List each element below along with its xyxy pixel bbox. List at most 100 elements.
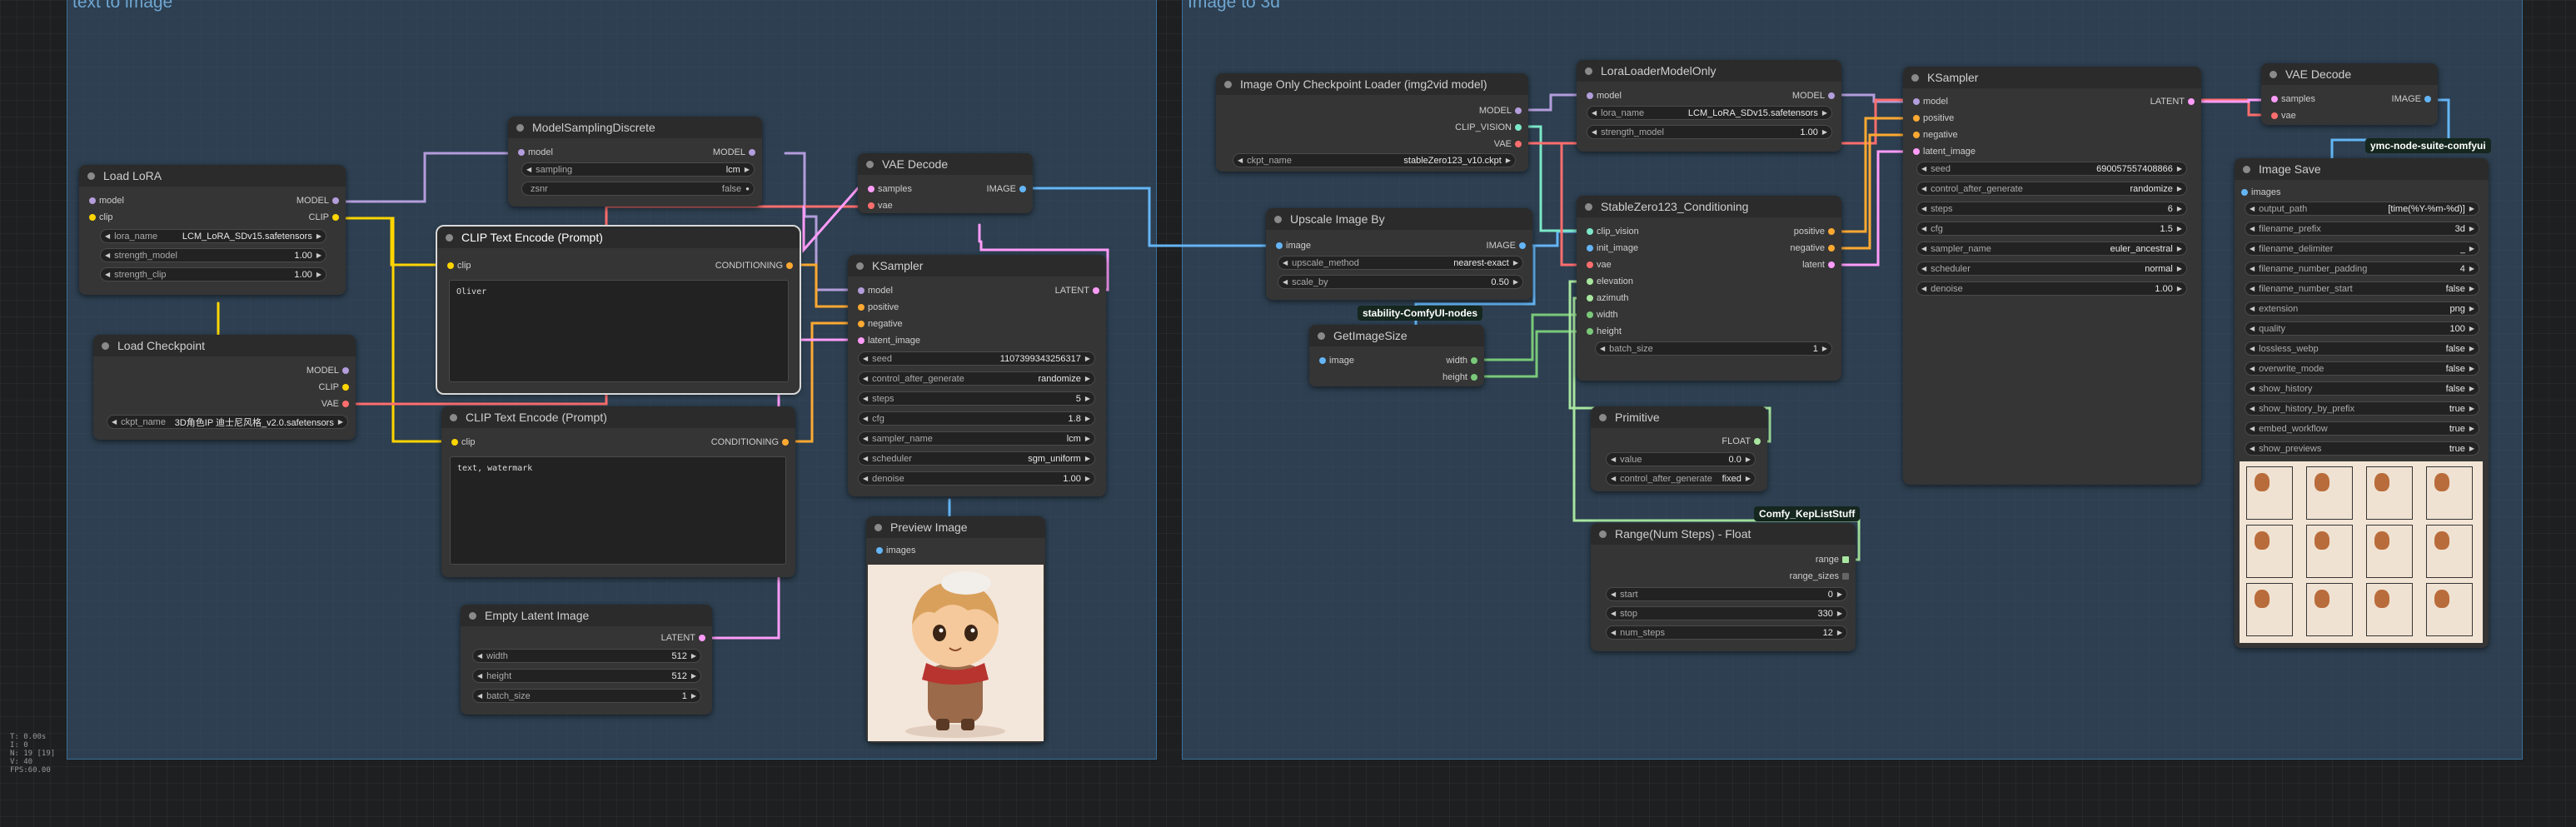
output-clip-vision[interactable]: CLIP_VISION: [1455, 122, 1522, 133]
input-width[interactable]: width: [1587, 309, 1618, 321]
widget-filename-number-start[interactable]: ◀ filename_number_start false ▶: [2245, 281, 2479, 296]
widget-ckpt-name[interactable]: ◀ ckpt_name stableZero123_v10.ckpt ▶: [1233, 153, 1516, 167]
collapse-dot[interactable]: [1911, 73, 1919, 82]
node-empty-latent-image[interactable]: Empty Latent Image LATENT ◀ width 512 ▶ ◀ he…: [461, 605, 712, 715]
input-image[interactable]: image: [1319, 355, 1354, 366]
output-latent[interactable]: LATENT: [661, 632, 705, 644]
node-range-num-steps-float[interactable]: Range(Num Steps) - Float range range_siz…: [1591, 523, 1856, 651]
widget-steps[interactable]: ◀ steps 6 ▶: [1916, 202, 2187, 216]
widget-embed-workflow[interactable]: ◀ embed_workflow true ▶: [2245, 421, 2479, 436]
widget-filename-delimiter[interactable]: ◀ filename_delimiter _ ▶: [2245, 242, 2479, 256]
widget-filename-number-padding[interactable]: ◀ filename_number_padding 4 ▶: [2245, 262, 2479, 276]
input-model[interactable]: model: [1587, 90, 1622, 102]
input-vae[interactable]: vae: [2271, 110, 2296, 122]
output-conditioning[interactable]: CONDITIONING: [715, 260, 793, 272]
node-load-checkpoint[interactable]: Load Checkpoint MODEL CLIP VAE ◀ ckpt_nam…: [93, 335, 356, 440]
node-clip-text-encode-negative[interactable]: CLIP Text Encode (Prompt) clip CONDITION…: [441, 406, 795, 577]
node-load-lora[interactable]: Load LoRA model clip MODEL CLIP ◀ lora_na…: [79, 165, 346, 295]
input-positive[interactable]: positive: [858, 301, 899, 313]
node-vae-decode-left[interactable]: VAE Decode samples vae IMAGE: [858, 153, 1033, 213]
output-image[interactable]: IMAGE: [2392, 93, 2431, 105]
input-clip[interactable]: clip: [451, 436, 476, 448]
output-conditioning[interactable]: CONDITIONING: [711, 436, 789, 448]
collapse-dot[interactable]: [2270, 70, 2277, 78]
collapse-dot[interactable]: [866, 160, 874, 168]
collapse-dot[interactable]: [450, 413, 457, 421]
saved-image-thumbnail[interactable]: [2366, 583, 2413, 636]
output-model[interactable]: MODEL: [296, 195, 339, 207]
input-init-image[interactable]: init_image: [1587, 242, 1638, 254]
node-image-save[interactable]: Image Save images ◀ output_path [time(%Y-%…: [2235, 158, 2489, 648]
output-range-sizes[interactable]: range_sizes: [1790, 570, 1849, 582]
output-width[interactable]: width: [1446, 355, 1477, 366]
widget-quality[interactable]: ◀ quality 100 ▶: [2245, 321, 2479, 336]
output-clip[interactable]: CLIP: [319, 381, 349, 393]
node-vae-decode-right[interactable]: VAE Decode samples vae IMAGE: [2261, 63, 2438, 125]
collapse-dot[interactable]: [102, 341, 109, 350]
output-model[interactable]: MODEL: [1792, 90, 1835, 102]
widget-batch-size[interactable]: ◀ batch_size 1 ▶: [472, 689, 701, 703]
widget-height[interactable]: ◀ height 512 ▶: [472, 669, 701, 683]
input-vae[interactable]: vae: [1587, 259, 1612, 271]
input-model[interactable]: model: [89, 195, 124, 207]
prompt-textarea[interactable]: Oliver: [449, 280, 789, 382]
input-model[interactable]: model: [1913, 96, 1948, 107]
input-azimuth[interactable]: azimuth: [1587, 292, 1629, 304]
input-model[interactable]: model: [858, 285, 893, 296]
widget-strength-model[interactable]: ◀ strength_model 1.00 ▶: [1587, 125, 1832, 139]
saved-images-grid[interactable]: [2240, 461, 2483, 643]
input-images[interactable]: images: [876, 545, 915, 556]
input-images[interactable]: images: [2241, 187, 2280, 198]
widget-show-previews[interactable]: ◀ show_previews true ▶: [2245, 441, 2479, 456]
input-clip-vision[interactable]: clip_vision: [1587, 226, 1639, 237]
widget-show-history[interactable]: ◀ show_history false ▶: [2245, 381, 2479, 396]
node-clip-text-encode-positive[interactable]: CLIP Text Encode (Prompt) clip CONDITION…: [436, 225, 801, 395]
collapse-dot[interactable]: [446, 233, 453, 242]
collapse-dot[interactable]: [874, 523, 882, 531]
input-height[interactable]: height: [1587, 326, 1622, 337]
output-model[interactable]: MODEL: [1479, 105, 1522, 117]
widget-scheduler[interactable]: ◀ scheduler normal ▶: [1916, 262, 2187, 276]
node-stable-zero123-conditioning[interactable]: StableZero123_Conditioning clip_vision i…: [1577, 196, 1841, 381]
output-latent[interactable]: LATENT: [2150, 96, 2195, 107]
input-positive[interactable]: positive: [1913, 112, 1954, 124]
output-float[interactable]: FLOAT: [1721, 436, 1761, 447]
widget-batch-size[interactable]: ◀ batch_size 1 ▶: [1595, 341, 1832, 356]
saved-image-thumbnail[interactable]: [2366, 525, 2413, 578]
saved-image-thumbnail[interactable]: [2306, 583, 2353, 636]
output-model[interactable]: MODEL: [713, 147, 755, 158]
widget-denoise[interactable]: ◀ denoise 1.00 ▶: [1916, 281, 2187, 296]
node-preview-image[interactable]: Preview Image images: [866, 516, 1045, 743]
saved-image-thumbnail[interactable]: [2306, 466, 2353, 520]
output-model[interactable]: MODEL: [306, 365, 349, 376]
node-ksampler-right[interactable]: KSampler model positive negative latent_…: [1903, 67, 2201, 485]
collapse-dot[interactable]: [856, 262, 864, 270]
input-model[interactable]: model: [518, 147, 553, 158]
collapse-dot[interactable]: [2243, 165, 2250, 173]
output-negative[interactable]: negative: [1790, 242, 1835, 254]
output-positive[interactable]: positive: [1794, 226, 1835, 237]
widget-extension[interactable]: ◀ extension png ▶: [2245, 301, 2479, 316]
widget-sampler-name[interactable]: ◀ sampler_name euler_ancestral ▶: [1916, 242, 2187, 256]
widget-seed[interactable]: ◀ seed 690057557408866 ▶: [1916, 162, 2187, 176]
collapse-dot[interactable]: [1274, 215, 1282, 223]
widget-control-after-generate[interactable]: ◀ control_after_generate randomize ▶: [1916, 182, 2187, 196]
collapse-dot[interactable]: [87, 172, 95, 180]
widget-upscale-method[interactable]: ◀ upscale_method nearest-exact ▶: [1278, 256, 1523, 270]
widget-seed[interactable]: ◀ seed 1107399343256317 ▶: [858, 351, 1095, 366]
widget-lora-name[interactable]: ◀ lora_name LCM_LoRA_SDv15.safetensors ▶: [1587, 106, 1832, 120]
widget-zsnr-toggle[interactable]: zsnr false ●: [521, 182, 755, 196]
node-ksampler-left[interactable]: KSampler model positive negative latent_…: [848, 255, 1106, 496]
collapse-dot[interactable]: [1599, 413, 1607, 421]
output-latent[interactable]: latent: [1802, 259, 1835, 271]
input-clip[interactable]: clip: [89, 212, 113, 223]
widget-denoise[interactable]: ◀ denoise 1.00 ▶: [858, 471, 1095, 486]
saved-image-thumbnail[interactable]: [2426, 466, 2473, 520]
node-image-only-checkpoint-loader[interactable]: Image Only Checkpoint Loader (img2vid mo…: [1216, 73, 1528, 172]
widget-overwrite-mode[interactable]: ◀ overwrite_mode false ▶: [2245, 361, 2479, 376]
input-samples[interactable]: samples: [2271, 93, 2315, 105]
widget-scheduler[interactable]: ◀ scheduler sgm_uniform ▶: [858, 451, 1095, 466]
saved-image-thumbnail[interactable]: [2366, 466, 2413, 520]
input-samples[interactable]: samples: [868, 183, 912, 195]
collapse-dot[interactable]: [516, 123, 524, 132]
